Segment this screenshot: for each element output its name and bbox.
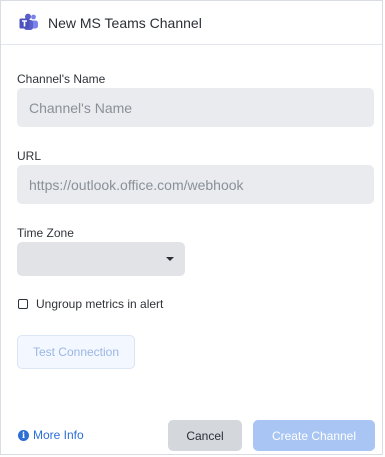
more-info-link[interactable]: i More Info <box>18 428 84 442</box>
ungroup-metrics-label: Ungroup metrics in alert <box>36 297 164 311</box>
url-input[interactable] <box>17 165 374 204</box>
dialog-title: New MS Teams Channel <box>48 14 202 31</box>
more-info-label: More Info <box>33 428 84 442</box>
channel-name-input[interactable] <box>17 88 374 127</box>
caret-down-icon <box>166 257 174 261</box>
cancel-button[interactable]: Cancel <box>168 420 242 451</box>
ungroup-metrics-option[interactable]: Ungroup metrics in alert <box>18 297 163 311</box>
new-teams-channel-dialog: New MS Teams Channel Channel's Name URL … <box>0 0 383 455</box>
dialog-header: New MS Teams Channel <box>1 1 382 45</box>
test-connection-button[interactable]: Test Connection <box>17 335 135 369</box>
info-icon: i <box>18 429 29 441</box>
ungroup-metrics-checkbox[interactable] <box>18 299 28 309</box>
url-label: URL <box>17 149 42 163</box>
ms-teams-logo-icon <box>18 12 40 34</box>
channel-name-label: Channel's Name <box>17 72 106 86</box>
create-channel-button[interactable]: Create Channel <box>253 420 375 451</box>
time-zone-label: Time Zone <box>17 226 74 240</box>
time-zone-select[interactable] <box>17 242 185 276</box>
